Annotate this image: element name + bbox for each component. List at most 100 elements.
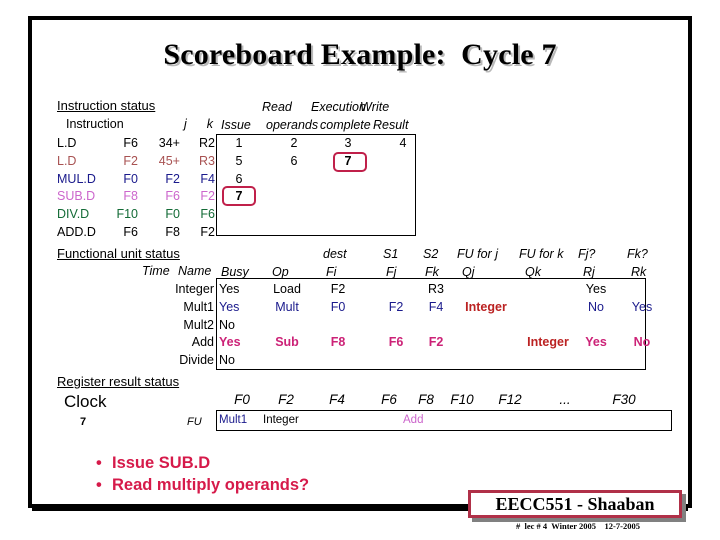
instruction-status-label: Instruction status: [57, 98, 156, 113]
register-header-F6: F6: [381, 392, 397, 407]
fu-name-2: Mult2: [183, 318, 214, 332]
header-time: Time: [142, 264, 170, 278]
bullet-list: • Issue SUB.D • Read multiply operands?: [96, 452, 309, 496]
header-fj-question-top: Fj?: [578, 247, 596, 261]
instruction-k-5: F2: [200, 225, 215, 239]
header-s2-top: S2: [423, 247, 439, 261]
cycle-read-row0: 2: [290, 136, 298, 150]
fu-rj-row1: No: [588, 300, 604, 314]
fu-busy-row2: No: [219, 318, 235, 332]
instruction-dest-2: F0: [123, 172, 138, 186]
fu-op-row1: Mult: [275, 300, 299, 314]
header-read-operands: operands: [266, 118, 319, 132]
cycle-write-row0: 4: [399, 136, 407, 150]
header-fk: Fk: [425, 265, 439, 279]
header-k: k: [206, 117, 213, 131]
slide-canvas: Scoreboard Example: Cycle 7 Instruction …: [0, 0, 720, 540]
register-header-F0: F0: [234, 392, 250, 407]
instruction-dest-4: F10: [116, 207, 138, 221]
register-header-F8: F8: [418, 392, 434, 407]
fu-fj-row3: F6: [388, 335, 404, 349]
fu-name-0: Integer: [175, 282, 214, 296]
instruction-op-5: ADD.D: [57, 225, 96, 239]
fu-fk-row1: F4: [428, 300, 444, 314]
instruction-op-0: L.D: [57, 136, 77, 150]
instruction-op-4: DIV.D: [57, 207, 90, 221]
header-rk: Rk: [631, 265, 647, 279]
bullet-dot-icon: •: [96, 454, 102, 472]
footer-badge-text: EECC551 - Shaaban: [495, 493, 655, 514]
fu-fi-row1: F0: [330, 300, 346, 314]
clock-value: 7: [80, 416, 87, 428]
bullet-text-1: Read multiply operands?: [112, 476, 310, 494]
register-header-F12: F12: [498, 392, 522, 407]
cycle-issue-row2: 6: [235, 172, 243, 186]
clock-label: Clock: [64, 392, 107, 411]
header-write-result: Result: [373, 118, 409, 132]
fu-busy-row4: No: [219, 353, 235, 367]
fu-qk-row3: Integer: [527, 335, 569, 349]
slide-frame: [28, 16, 692, 508]
header-busy: Busy: [221, 265, 249, 279]
instruction-j-2: F2: [165, 172, 180, 186]
header-rj: Rj: [583, 265, 595, 279]
header-fi: Fi: [326, 265, 337, 279]
fu-name-3: Add: [191, 335, 214, 349]
header-read-top: Read: [262, 100, 292, 114]
header-qj: Qj: [462, 265, 475, 279]
fu-busy-row3: Yes: [219, 335, 241, 349]
register-result-status-label: Register result status: [57, 374, 180, 389]
instruction-dest-3: F8: [123, 189, 138, 203]
header-issue: Issue: [221, 118, 251, 132]
fu-busy-row1: Yes: [219, 300, 240, 314]
highlight-issue-row4: [222, 186, 256, 206]
instruction-op-2: MUL.D: [57, 172, 96, 186]
fu-rk-row1: Yes: [631, 300, 653, 314]
fu-fi-row3: F8: [330, 335, 346, 349]
register-header-F30: F30: [612, 392, 636, 407]
header-fj: Fj: [386, 265, 397, 279]
fu-rj-row0: Yes: [585, 282, 607, 296]
highlight-exec-complete-row2: [333, 152, 367, 172]
fu-rk-row3: No: [633, 335, 651, 349]
fu-fk-row3: F2: [428, 335, 444, 349]
header-qk: Qk: [525, 265, 541, 279]
fu-fj-row1: F2: [388, 300, 404, 314]
fu-row-label: FU: [187, 416, 202, 428]
instruction-dest-5: F6: [123, 225, 138, 239]
header-op: Op: [272, 265, 289, 279]
header-fu-for-k-top: FU for k: [519, 247, 564, 261]
fu-busy-row0: Yes: [219, 282, 240, 296]
instruction-k-3: F2: [200, 189, 215, 203]
fu-fi-row0: F2: [330, 282, 346, 296]
header-dest-top: dest: [323, 247, 347, 261]
fu-name-1: Mult1: [183, 300, 214, 314]
register-header-...: ...: [559, 392, 571, 407]
register-header-F4: F4: [329, 392, 345, 407]
register-header-F10: F10: [450, 392, 474, 407]
header-exec-complete: complete: [320, 118, 371, 132]
fu-qj-row1: Integer: [465, 300, 507, 314]
cycle-issue-row1: 5: [235, 154, 243, 168]
instruction-k-2: F4: [200, 172, 215, 186]
header-instruction: Instruction: [66, 117, 124, 131]
header-execution-top: Execution: [311, 100, 366, 114]
page-title: Scoreboard Example: Cycle 7: [163, 38, 557, 71]
cycle-read-row1: 6: [290, 154, 298, 168]
bullet-dot-icon: •: [96, 476, 102, 494]
header-name: Name: [178, 264, 212, 278]
instruction-j-3: F6: [165, 189, 180, 203]
header-fk-question-top: Fk?: [627, 247, 648, 261]
instruction-k-1: R3: [199, 154, 215, 168]
header-write-top: Write: [360, 100, 390, 114]
fu-op-row0: Load: [273, 282, 301, 296]
bullet-item-1: • Read multiply operands?: [96, 474, 309, 496]
instruction-j-0: 34+: [158, 136, 180, 150]
fu-op-row3: Sub: [275, 335, 299, 349]
fu-fk-row0: R3: [428, 282, 444, 296]
instruction-op-1: L.D: [57, 154, 77, 168]
fu-name-4: Divide: [179, 353, 214, 367]
footer-badge: EECC551 - Shaaban: [468, 490, 682, 518]
register-value-F2: Integer: [263, 414, 299, 426]
register-header-F2: F2: [278, 392, 294, 407]
